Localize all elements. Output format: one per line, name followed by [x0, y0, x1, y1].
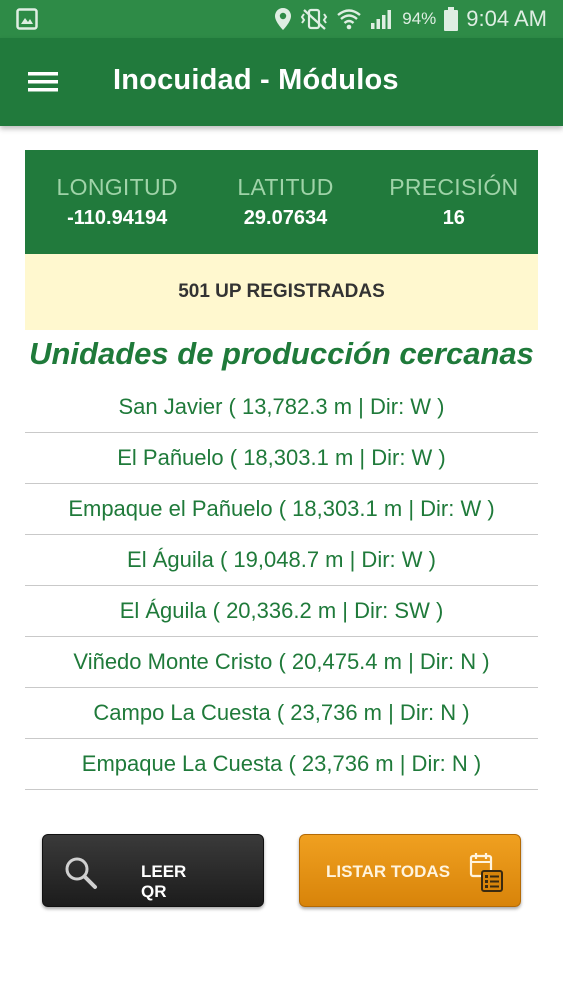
read-qr-label: LEER QR — [141, 862, 187, 901]
list-item[interactable]: San Javier ( 13,782.3 m | Dir: W ) — [25, 382, 538, 433]
list-item[interactable]: El Águila ( 20,336.2 m | Dir: SW ) — [25, 586, 538, 637]
list-item[interactable]: Empaque La Cuesta ( 23,736 m | Dir: N ) — [25, 739, 538, 790]
location-pin-icon — [275, 8, 292, 30]
list-all-button[interactable]: LISTAR TODAS — [299, 834, 521, 907]
image-icon — [16, 8, 38, 30]
hamburger-menu-icon[interactable] — [24, 66, 64, 98]
list-item[interactable]: El Águila ( 19,048.7 m | Dir: W ) — [25, 535, 538, 586]
latitude-label: LATITUD — [237, 174, 334, 200]
page-title: Inocuidad - Módulos — [113, 64, 399, 96]
latitude-block: LATITUD 29.07634 — [201, 150, 369, 254]
calendar-list-icon — [469, 853, 503, 892]
longitude-label: LONGITUD — [56, 174, 178, 200]
signal-icon — [371, 10, 392, 29]
section-title: Unidades de producción cercanas — [29, 336, 534, 371]
list-item[interactable]: El Pañuelo ( 18,303.1 m | Dir: W ) — [25, 433, 538, 484]
battery-percent: 94% — [402, 9, 437, 28]
coordinates-panel: LONGITUD -110.94194 LATITUD 29.07634 PRE… — [25, 150, 538, 254]
list-all-label: LISTAR TODAS — [326, 862, 451, 881]
battery-icon — [444, 7, 459, 31]
list-item[interactable]: Empaque el Pañuelo ( 18,303.1 m | Dir: W… — [25, 484, 538, 535]
latitude-value: 29.07634 — [243, 207, 328, 229]
wifi-icon — [337, 9, 362, 30]
clock: 9:04 AM — [466, 6, 547, 31]
precision-label: PRECISIÓN — [389, 174, 519, 200]
status-bar: 94% 9:04 AM — [0, 0, 563, 38]
vibrate-mute-icon — [301, 8, 328, 30]
registered-count-banner: 501 UP REGISTRADAS — [25, 254, 538, 330]
nearby-units-list: San Javier ( 13,782.3 m | Dir: W ) El Pa… — [25, 382, 538, 790]
precision-value: 16 — [442, 207, 465, 229]
app-bar: Inocuidad - Módulos — [0, 38, 563, 126]
longitude-block: LONGITUD -110.94194 — [25, 150, 201, 254]
precision-block: PRECISIÓN 16 — [370, 150, 538, 254]
search-icon — [65, 857, 97, 889]
longitude-value: -110.94194 — [67, 207, 168, 229]
list-item[interactable]: Viñedo Monte Cristo ( 20,475.4 m | Dir: … — [25, 637, 538, 688]
read-qr-button[interactable]: LEER QR — [42, 834, 264, 907]
registered-count-text: 501 UP REGISTRADAS — [178, 281, 385, 302]
list-item[interactable]: Campo La Cuesta ( 23,736 m | Dir: N ) — [25, 688, 538, 739]
status-indicators: 94% 9:04 AM — [274, 4, 547, 34]
